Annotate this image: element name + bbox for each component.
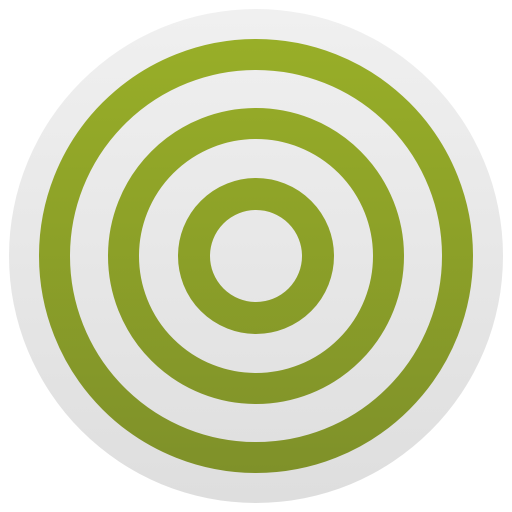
background-disc [9,9,503,503]
concentric-rings-icon [9,9,503,503]
icon-canvas [0,0,512,512]
